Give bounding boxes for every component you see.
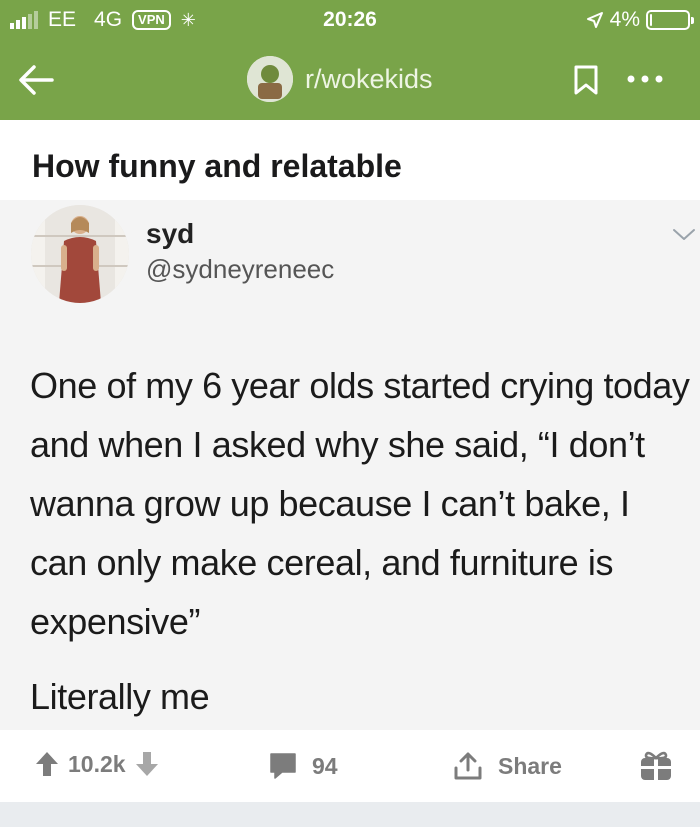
comment-count: 94 (312, 752, 338, 779)
share-button[interactable]: Share (452, 750, 562, 782)
tweet-author-handle: @sydneyreneec (146, 254, 335, 284)
battery-percent: 4% (609, 8, 640, 31)
battery-icon (646, 10, 694, 30)
battery-fill (650, 14, 652, 26)
more-options-icon[interactable] (622, 64, 668, 94)
vote-score: 10.2k (68, 750, 126, 777)
chevron-down-icon (673, 229, 695, 240)
tweet-avatar (31, 205, 129, 303)
tweet-author-name: syd (146, 218, 195, 249)
comments-button[interactable]: 94 (268, 752, 338, 780)
share-label: Share (498, 752, 562, 779)
tweet-text: One of my 6 year olds started crying tod… (30, 365, 690, 642)
bottom-strip (0, 802, 700, 827)
upvote-icon[interactable] (34, 750, 60, 778)
downvote-icon[interactable] (134, 750, 160, 778)
status-bar: EE 4G VPN ✳ 20:26 4% (0, 0, 700, 42)
tweet-avatar-photo (31, 205, 129, 303)
post-action-bar: 10.2k 94 Share (0, 730, 700, 802)
subreddit-avatar-image (247, 56, 293, 102)
bookmark-icon[interactable] (572, 64, 600, 96)
subreddit-header[interactable]: r/wokekids (247, 56, 433, 102)
back-arrow-icon[interactable] (16, 62, 56, 98)
award-gift-icon[interactable] (639, 748, 673, 782)
tweet-caption: Literally me (30, 676, 210, 717)
location-arrow-icon (586, 12, 603, 28)
nav-bar: r/wokekids (0, 42, 700, 120)
post-title-area: How funny and relatable (0, 120, 700, 200)
subreddit-name: r/wokekids (305, 63, 433, 94)
share-icon (454, 752, 482, 780)
subreddit-avatar (247, 56, 293, 102)
comment-icon (270, 753, 296, 779)
vote-group: 10.2k (34, 750, 160, 778)
post-title: How funny and relatable (32, 148, 402, 184)
status-right: 4% (586, 8, 694, 32)
